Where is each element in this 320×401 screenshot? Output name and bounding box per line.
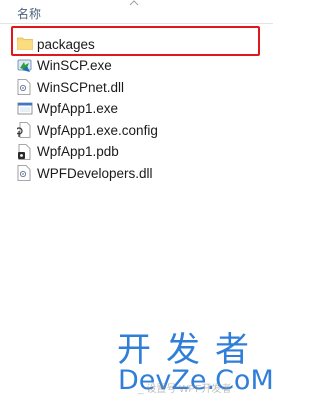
file-row-winscp-exe[interactable]: WinSCP.exe — [0, 56, 273, 76]
file-name: WpfApp1.pdb — [37, 144, 119, 159]
file-list: packages WinSCP.exe WinSCPnet.dll WpfApp… — [0, 34, 273, 185]
chevron-up-icon[interactable] — [129, 0, 139, 6]
config-file-icon — [17, 122, 31, 138]
pdb-file-icon — [17, 143, 31, 160]
file-name: packages — [37, 36, 95, 52]
dll-file-icon — [17, 79, 31, 95]
name-column-header[interactable]: 名称 — [17, 5, 41, 22]
file-name: WinSCP.exe — [37, 58, 112, 73]
file-name: WinSCPnet.dll — [37, 79, 125, 95]
file-name: WpfApp1.exe.config — [37, 122, 158, 138]
watermark-overlay-text: _ 设置号 WPF开发者 — [138, 384, 232, 395]
file-row-wpfapp1-exe[interactable]: WpfApp1.exe — [0, 99, 273, 119]
file-row-wpfapp1-pdb[interactable]: WpfApp1.pdb — [0, 142, 273, 162]
column-header: 名称 — [0, 0, 273, 24]
app-exe-icon — [17, 101, 33, 117]
folder-icon — [17, 36, 33, 52]
watermark-cn-text: 开发者 — [117, 330, 264, 370]
file-row-packages[interactable]: packages — [0, 34, 273, 54]
file-row-wpfdevelopers-dll[interactable]: WPFDevelopers.dll — [0, 163, 273, 183]
file-row-wpfapp1-exe-config[interactable]: WpfApp1.exe.config — [0, 120, 273, 140]
winscp-exe-icon — [17, 58, 32, 74]
file-explorer: 名称 packages WinSCP.exe WinSCPnet.dll Wpf… — [0, 0, 274, 401]
dll-file-icon — [17, 165, 31, 181]
watermark-logo: 开发者 DevZe.CoM _ 设置号 WPF开发者 — [0, 330, 274, 401]
file-name: WpfApp1.exe — [37, 101, 119, 116]
file-name: WPFDevelopers.dll — [37, 165, 153, 181]
file-row-winscpnet-dll[interactable]: WinSCPnet.dll — [0, 77, 273, 97]
